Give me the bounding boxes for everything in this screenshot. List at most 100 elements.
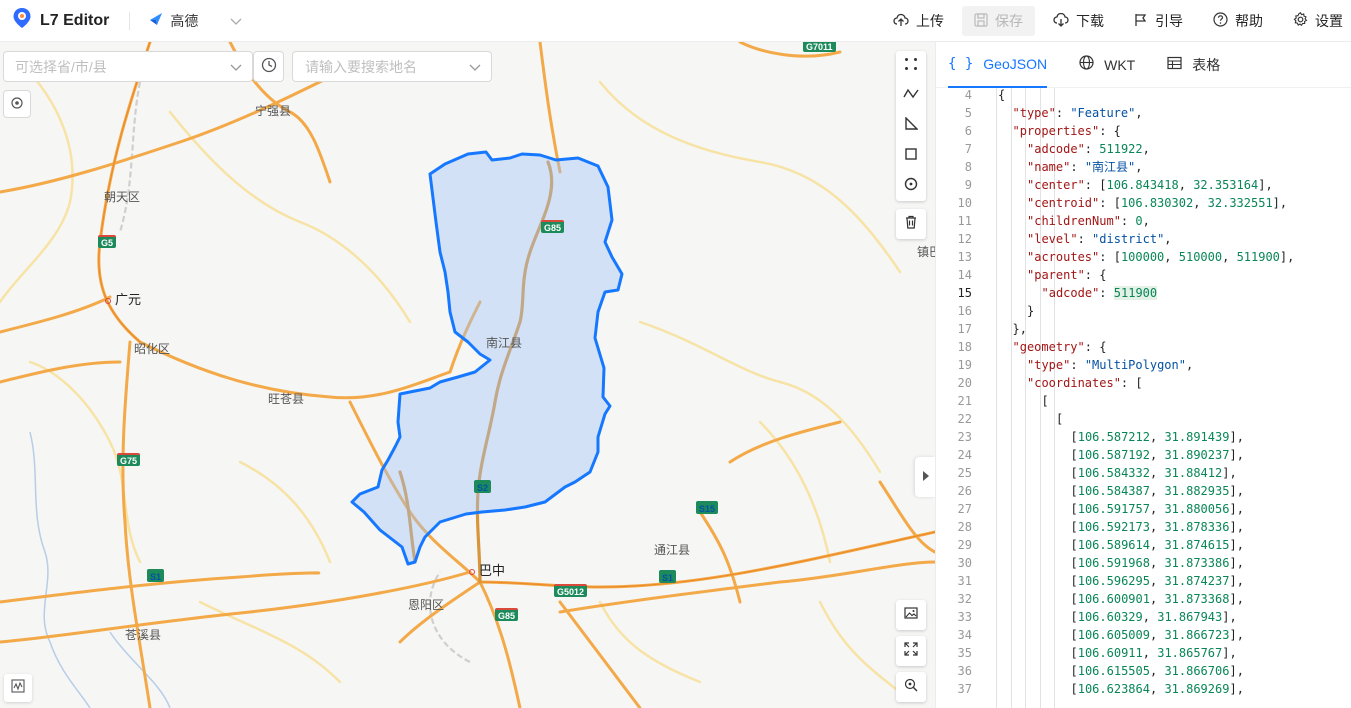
download-button[interactable]: 下载	[1041, 6, 1116, 36]
panel-tabs: { } GeoJSON WKT 表格	[936, 42, 1351, 88]
line-number: 12	[957, 232, 972, 246]
line-number: 24	[957, 448, 972, 462]
delete-toolbar	[896, 209, 926, 239]
line-number: 26	[957, 484, 972, 498]
caret-right-icon	[922, 470, 929, 484]
map-place-label: 朝天区	[104, 190, 141, 204]
code-text: [106.60329, 31.867943],	[1070, 610, 1237, 624]
locate-button[interactable]	[3, 90, 31, 118]
line-number: 27	[957, 502, 972, 516]
fullscreen-button[interactable]	[896, 636, 926, 666]
map-screenshot-button[interactable]	[896, 600, 926, 630]
cloud-upload-icon	[893, 13, 916, 30]
save-button[interactable]: 保存	[962, 6, 1035, 36]
map-city-label: 巴中	[469, 560, 505, 579]
tab-wkt[interactable]: WKT	[1079, 42, 1135, 88]
clock-icon	[261, 57, 277, 76]
code-text: [106.587212, 31.891439],	[1070, 430, 1244, 444]
points-icon	[904, 57, 918, 76]
draw-point-tool[interactable]	[896, 51, 926, 81]
code-text: "childrenNum": 0,	[1027, 214, 1150, 228]
code-text: "geometry": {	[1012, 340, 1107, 354]
circle-icon	[904, 177, 918, 196]
globe-icon	[1079, 55, 1094, 74]
code-text: [106.592173, 31.878336],	[1070, 520, 1244, 534]
chevron-down-icon	[230, 13, 242, 29]
map-place-label: 宁强县	[255, 104, 292, 118]
highway-shield: G5	[98, 235, 117, 248]
square-icon	[904, 147, 918, 166]
zoom-toolbar	[896, 672, 926, 702]
guide-button[interactable]: 引导	[1122, 6, 1195, 36]
tab-label: GeoJSON	[983, 55, 1048, 72]
line-number: 7	[964, 142, 972, 156]
draw-line-tool[interactable]	[896, 81, 926, 111]
flag-icon	[1134, 13, 1155, 30]
history-button[interactable]	[253, 51, 284, 82]
data-panel: { } GeoJSON WKT 表格 4 {5 "type": "Feature",…	[935, 42, 1351, 708]
code-text: "type": "Feature",	[1012, 106, 1143, 120]
line-number: 25	[957, 466, 972, 480]
guide-label: 引导	[1155, 13, 1183, 29]
code-text: },	[1012, 322, 1027, 336]
toolbar: 上传 保存 下载 引导 帮助 设置	[875, 0, 1351, 42]
map-place-label: 昭化区	[134, 342, 171, 356]
geojson-code-editor[interactable]: 4 {5 "type": "Feature", 6 "properties": {7 "a…	[936, 88, 1351, 708]
map-source-select[interactable]: 高德	[148, 11, 242, 31]
indent-guide	[1025, 88, 1026, 708]
line-number: 5	[964, 106, 972, 120]
code-text: [106.591757, 31.880056],	[1070, 502, 1244, 516]
braces-icon: { }	[948, 55, 974, 72]
code-text: [	[1056, 412, 1064, 426]
code-text: [106.584332, 31.88412],	[1070, 466, 1237, 480]
tab-geojson[interactable]: { } GeoJSON	[948, 42, 1048, 88]
line-number: 29	[957, 538, 972, 552]
map-style-button[interactable]	[4, 674, 32, 702]
waveform-icon	[11, 678, 25, 698]
line-number: 4	[964, 88, 972, 102]
map-city-name: 广元	[115, 292, 142, 307]
code-text: [106.605009, 31.866723],	[1070, 628, 1244, 642]
region-select[interactable]: 可选择省/市/县	[3, 51, 253, 82]
polyline-icon	[903, 87, 919, 106]
zoom-to-fit-button[interactable]	[896, 672, 926, 702]
draw-rect-tool[interactable]	[896, 141, 926, 171]
place-search-select[interactable]: 请输入要搜索地名	[292, 51, 492, 82]
help-button[interactable]: 帮助	[1201, 6, 1275, 36]
map-source-label: 高德	[170, 12, 199, 29]
delete-tool[interactable]	[896, 209, 926, 239]
code-text: [106.584387, 31.882935],	[1070, 484, 1244, 498]
code-text: "type": "MultiPolygon",	[1027, 358, 1194, 372]
download-label: 下载	[1076, 13, 1104, 29]
line-number: 33	[957, 610, 972, 624]
city-dot-icon	[469, 568, 475, 575]
upload-button[interactable]: 上传	[881, 6, 956, 36]
selected-region-polygon[interactable]	[350, 150, 624, 566]
map-base-layer	[0, 42, 935, 708]
draw-circle-tool[interactable]	[896, 171, 926, 201]
line-number: 9	[964, 178, 972, 192]
line-number: 18	[957, 340, 972, 354]
line-number: 15	[957, 286, 972, 300]
tab-label: 表格	[1192, 56, 1221, 73]
code-text: "acroutes": [100000, 510000, 511900],	[1027, 250, 1295, 264]
map-place-label: 镇巴	[917, 245, 935, 259]
map-canvas[interactable]: 宁强县 朝天区 广元 昭化区 旺苍县 南江县 巴中 恩阳区 苍溪县 通江县 镇巴…	[0, 42, 935, 708]
draw-polygon-tool[interactable]	[896, 111, 926, 141]
logo-icon	[12, 7, 32, 34]
line-number: 8	[964, 160, 972, 174]
line-number: 11	[957, 214, 972, 228]
question-circle-icon	[1213, 12, 1235, 30]
settings-button[interactable]: 设置	[1281, 6, 1351, 36]
line-number: 14	[957, 268, 972, 282]
line-number: 21	[957, 394, 972, 408]
tab-table[interactable]: 表格	[1167, 42, 1220, 88]
panel-collapse-toggle[interactable]	[915, 457, 935, 497]
line-number: 22	[957, 412, 972, 426]
line-number: 13	[957, 250, 972, 264]
code-text: "parent": {	[1027, 268, 1107, 282]
code-text: "name": "南江县",	[1027, 160, 1143, 174]
line-number: 35	[957, 646, 972, 660]
line-number: 10	[957, 196, 972, 210]
code-text: [106.60911, 31.865767],	[1070, 646, 1237, 660]
